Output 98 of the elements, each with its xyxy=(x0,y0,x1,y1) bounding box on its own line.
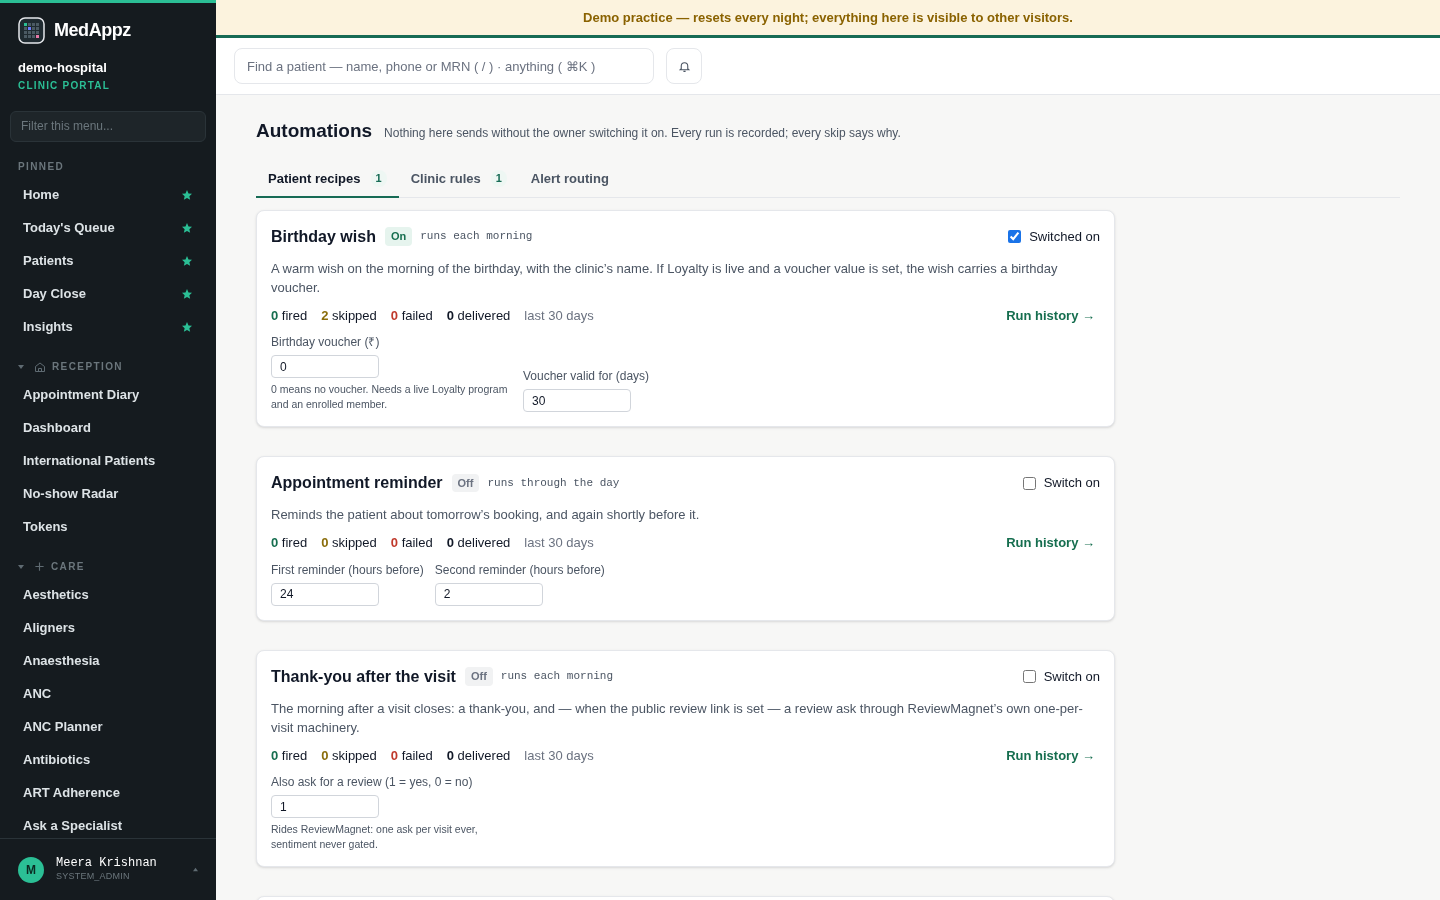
stat-count: 0 fired xyxy=(271,534,308,552)
tab[interactable]: Patient recipes 1 xyxy=(256,161,399,198)
nav-item[interactable]: Dashboard xyxy=(0,411,216,445)
nav-item[interactable]: ANC xyxy=(0,677,216,711)
number-field[interactable]: 30 xyxy=(523,389,631,412)
nav-item[interactable]: Home xyxy=(0,178,216,212)
schedule-text: runs each morning xyxy=(500,669,614,685)
stat-count: 2 skipped xyxy=(321,306,377,325)
nav-item[interactable]: Appointment Diary xyxy=(0,378,216,412)
card-description: The morning after a visit closes: a thank-you, and — when the public review link is set — a review ask through ReviewMagnet’s own one-per-visit machinery. xyxy=(271,699,1084,737)
user-role: SYSTEM_ADMIN xyxy=(56,871,131,883)
status-badge: Off xyxy=(464,667,493,686)
period-label: last 30 days xyxy=(524,746,594,765)
number-field[interactable]: 1 xyxy=(271,795,379,818)
card-title: Thank-you after the visit xyxy=(271,666,456,687)
page-subtitle: Nothing here sends without the owner switching it on. Every run is recorded; every skip says why. xyxy=(384,125,901,142)
status-badge: Off xyxy=(451,473,480,493)
stat-count: 0 failed xyxy=(390,746,433,765)
field-label: First reminder (hours before) xyxy=(271,561,424,579)
switch-checkbox[interactable] xyxy=(1008,230,1022,243)
number-field[interactable]: 24 xyxy=(271,582,379,606)
field-label: Second reminder (hours before) xyxy=(434,561,605,579)
nav-item[interactable]: Day Close xyxy=(0,277,216,311)
card-title: Birthday wish xyxy=(271,226,376,247)
number-field[interactable]: 2 xyxy=(434,582,543,606)
stat-count: 0 delivered xyxy=(446,746,511,765)
switch-label[interactable]: Switch on xyxy=(1043,666,1100,687)
user-name: Meera Krishnan xyxy=(56,856,158,872)
notifications-button[interactable] xyxy=(666,48,702,84)
switch-checkbox[interactable] xyxy=(1022,476,1036,490)
nav-item[interactable]: Ask a Specialist xyxy=(0,809,216,838)
avatar: M xyxy=(18,856,44,883)
nav-item[interactable]: ART Adherence xyxy=(0,776,216,810)
star-icon xyxy=(181,222,193,234)
field-label: Voucher valid for (days) xyxy=(523,368,650,385)
caret-icon[interactable] xyxy=(18,363,24,370)
star-icon xyxy=(181,255,193,267)
search-field[interactable]: Find a patient — name, phone or MRN ( / ) · anything ( ⌘K ) xyxy=(234,48,654,84)
caret-icon[interactable] xyxy=(18,563,24,570)
house-icon xyxy=(34,360,46,373)
nav-item[interactable]: Antibiotics xyxy=(0,743,216,777)
schedule-text: runs each morning xyxy=(420,229,533,245)
nav-item[interactable]: Tokens xyxy=(0,510,216,544)
card-description: A warm wish on the morning of the birthday, with the clinic’s name. If Loyalty is live and a voucher value is set, the wish carries a birthday voucher. xyxy=(271,259,1059,297)
card-description: Reminds the patient about tomorrow’s booking, and again shortly before it. xyxy=(271,506,701,524)
nav-item[interactable]: Insights xyxy=(0,310,216,344)
plus-icon xyxy=(34,561,45,572)
section-heading: PINNED xyxy=(18,160,65,174)
field-label: Birthday voucher (₹) xyxy=(271,334,381,351)
stat-count: 0 skipped xyxy=(321,534,377,552)
star-icon xyxy=(181,288,193,300)
nav-item[interactable]: No-show Radar xyxy=(0,477,216,511)
caret-icon[interactable] xyxy=(193,867,198,872)
switch-label[interactable]: Switch on xyxy=(1043,473,1100,493)
bell-icon xyxy=(677,59,691,73)
nav-item[interactable]: International Patients xyxy=(0,444,216,478)
section-heading: RECEPTION xyxy=(52,360,123,374)
nav-item[interactable]: ANC Planner xyxy=(0,710,216,744)
section-heading: CARE xyxy=(51,560,85,574)
stat-count: 0 skipped xyxy=(321,746,377,765)
field-label: Also ask for a review (1 = yes, 0 = no) xyxy=(271,774,474,791)
period-label: last 30 days xyxy=(524,306,594,325)
card-title: Appointment reminder xyxy=(271,473,443,493)
number-field[interactable]: 0 xyxy=(271,355,379,378)
switch-checkbox[interactable] xyxy=(1022,670,1036,683)
nav-item[interactable]: Aesthetics xyxy=(0,578,216,612)
period-label: last 30 days xyxy=(524,534,594,552)
page-title: Automations xyxy=(256,119,373,143)
stat-count: 0 failed xyxy=(390,306,433,325)
run-history-link[interactable]: Run history → xyxy=(1006,745,1095,765)
field-hint: Rides ReviewMagnet: one ask per visit ever, sentiment never gated. xyxy=(271,822,479,852)
switch-label[interactable]: Switched on xyxy=(1029,226,1100,247)
stat-count: 0 fired xyxy=(271,306,308,325)
star-icon xyxy=(181,189,193,201)
status-badge: On xyxy=(384,227,413,246)
run-history-link[interactable]: Run history → xyxy=(1006,533,1095,553)
brand-name: MedAppz xyxy=(54,19,131,42)
schedule-text: runs through the day xyxy=(487,475,620,491)
count-badge: 1 xyxy=(490,170,507,187)
filter-field[interactable]: Filter this menu... xyxy=(10,110,206,142)
tab[interactable]: Alert routing xyxy=(518,161,621,198)
nav-item[interactable]: Aligners xyxy=(0,611,216,645)
stat-count: 0 failed xyxy=(390,534,433,552)
logo-icon xyxy=(18,17,45,44)
demo-banner: Demo practice — resets every night; everything here is visible to other visitors. xyxy=(216,0,1440,38)
field-hint: 0 means no voucher. Needs a live Loyalty program and an enrolled member. xyxy=(271,382,509,412)
portal-label: CLINIC PORTAL xyxy=(18,78,112,93)
count-badge: 1 xyxy=(370,170,387,187)
tab[interactable]: Clinic rules 1 xyxy=(398,161,519,198)
stat-count: 0 fired xyxy=(271,746,308,765)
stat-count: 0 delivered xyxy=(446,534,511,552)
run-history-link[interactable]: Run history → xyxy=(1006,305,1095,325)
nav-item[interactable]: Today's Queue xyxy=(0,211,216,245)
stat-count: 0 delivered xyxy=(446,306,511,325)
nav-item[interactable]: Patients xyxy=(0,244,216,278)
organization-name: demo-hospital xyxy=(18,59,108,77)
star-icon xyxy=(181,321,193,333)
nav-item[interactable]: Anaesthesia xyxy=(0,644,216,678)
